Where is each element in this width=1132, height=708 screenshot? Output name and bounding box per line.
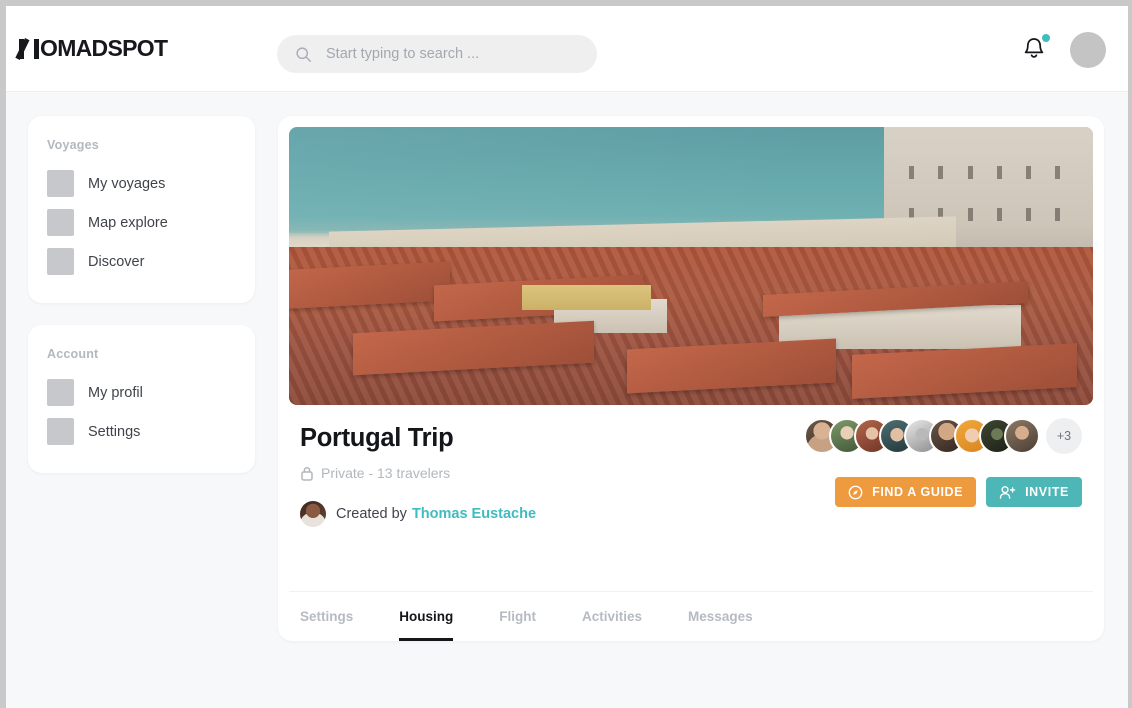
placeholder-square-icon	[47, 248, 74, 275]
tab-flight[interactable]: Flight	[499, 592, 536, 641]
search-icon	[295, 46, 312, 63]
sidebar-item-my-voyages[interactable]: My voyages	[28, 164, 255, 203]
user-avatar[interactable]	[1070, 32, 1106, 68]
trip-privacy-label: Private - 13 travelers	[321, 465, 451, 481]
sidebar-group-account: Account My profil Settings	[28, 325, 255, 473]
find-a-guide-button[interactable]: FIND A GUIDE	[835, 477, 977, 507]
lock-icon	[300, 466, 314, 481]
trip-cover-image	[289, 127, 1093, 405]
sidebar: Voyages My voyages Map explore Discover …	[28, 116, 255, 495]
tab-messages[interactable]: Messages	[688, 592, 753, 641]
traveler-avatar[interactable]	[1004, 418, 1040, 454]
sidebar-item-label: My voyages	[88, 175, 166, 192]
placeholder-square-icon	[47, 379, 74, 406]
creator-name-link[interactable]: Thomas Eustache	[412, 506, 536, 522]
notifications-button[interactable]	[1022, 34, 1050, 65]
search-bar[interactable]	[277, 35, 597, 73]
sidebar-item-my-profil[interactable]: My profil	[28, 373, 255, 412]
trip-action-buttons: FIND A GUIDE INVITE	[835, 477, 1082, 507]
trip-overview-panel: Portugal Trip Private - 13 travelers Cre…	[278, 116, 1104, 641]
header-actions	[1022, 32, 1106, 68]
sidebar-heading-account: Account	[47, 347, 99, 361]
notification-badge-dot	[1042, 34, 1050, 42]
creator-avatar	[300, 501, 326, 527]
browser-window-chrome: OMADSPOT Start typing to search ... Voya…	[0, 0, 1132, 708]
app-header: OMADSPOT	[6, 6, 1128, 92]
sidebar-heading-voyages: Voyages	[47, 138, 99, 152]
sidebar-item-map-explore[interactable]: Map explore	[28, 203, 255, 242]
main-content: Portugal Trip Private - 13 travelers Cre…	[278, 116, 1104, 641]
placeholder-square-icon	[47, 170, 74, 197]
sidebar-item-label: Settings	[88, 423, 141, 440]
tab-activities[interactable]: Activities	[582, 592, 642, 641]
tab-settings[interactable]: Settings	[300, 592, 353, 641]
sidebar-item-settings[interactable]: Settings	[28, 412, 255, 451]
sidebar-item-label: Map explore	[88, 214, 168, 231]
search-input[interactable]	[326, 46, 576, 62]
placeholder-square-icon	[47, 418, 74, 445]
placeholder-square-icon	[47, 209, 74, 236]
traveler-avatar-stack: +3	[804, 418, 1082, 454]
trip-meta: Portugal Trip Private - 13 travelers Cre…	[289, 405, 1093, 585]
page-body: Voyages My voyages Map explore Discover …	[6, 92, 1128, 708]
app-viewport: OMADSPOT Start typing to search ... Voya…	[6, 6, 1128, 708]
sidebar-item-label: My profil	[88, 384, 143, 401]
sidebar-group-voyages: Voyages My voyages Map explore Discover	[28, 116, 255, 303]
brand-wordmark: OMADSPOT	[40, 35, 168, 61]
trip-tabs: Settings Housing Flight Activities Messa…	[289, 591, 1093, 641]
tab-housing[interactable]: Housing	[399, 592, 454, 641]
sidebar-item-discover[interactable]: Discover	[28, 242, 255, 281]
brand-logo[interactable]: OMADSPOT	[15, 35, 168, 62]
created-by-label: Created by	[336, 506, 407, 522]
find-a-guide-label: FIND A GUIDE	[872, 485, 964, 499]
person-add-icon	[999, 485, 1016, 500]
compass-icon	[848, 485, 863, 500]
traveler-overflow-badge[interactable]: +3	[1046, 418, 1082, 454]
invite-label: INVITE	[1025, 485, 1069, 499]
sidebar-item-label: Discover	[88, 253, 145, 270]
logo-mark-icon	[15, 37, 39, 60]
invite-button[interactable]: INVITE	[986, 477, 1082, 507]
